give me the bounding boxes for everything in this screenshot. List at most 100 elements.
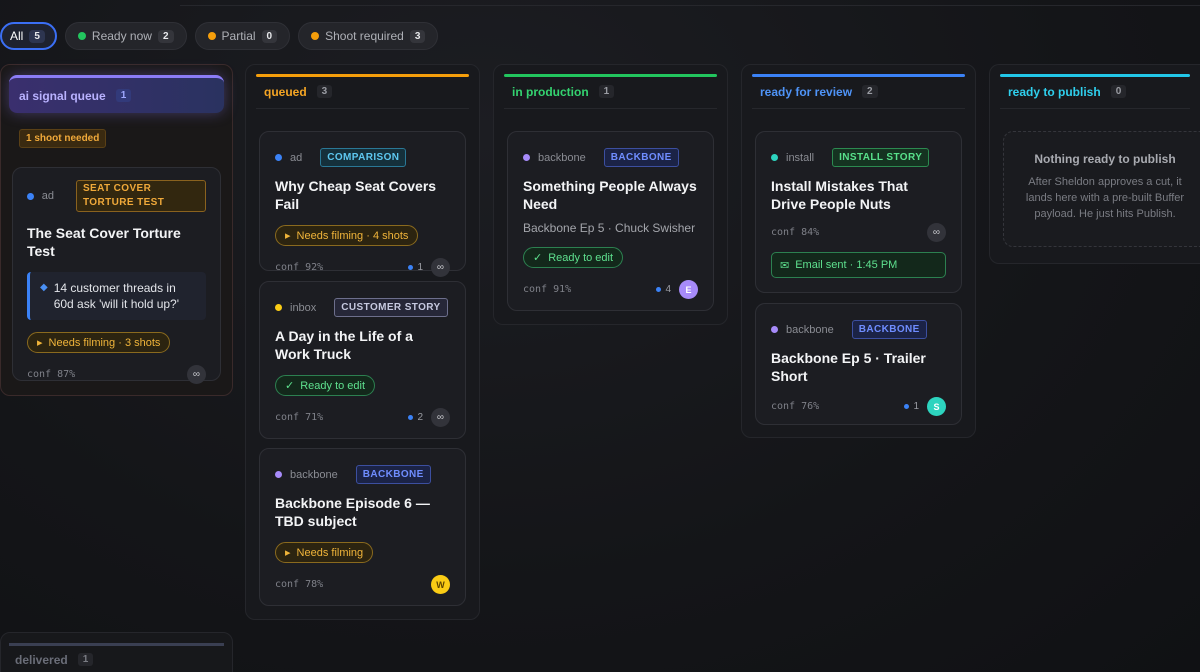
column-count: 2 (862, 85, 878, 98)
signal-card[interactable]: ad SEAT COVER TORTURE TEST The Seat Cove… (12, 167, 221, 384)
filter-shoot-required[interactable]: Shoot required 3 (298, 22, 439, 50)
content-card[interactable]: install INSTALL STORY Install Mistakes T… (755, 131, 962, 293)
card-meta: backbone BACKBONE (275, 465, 450, 484)
filter-count: 3 (409, 29, 426, 43)
filter-label: Partial (221, 29, 256, 43)
content-card[interactable]: ad COMPARISON Why Cheap Seat Covers Fail… (259, 131, 466, 277)
card-footer: conf 76% 1 S (771, 397, 946, 416)
loop-icon[interactable]: ∞ (927, 223, 946, 242)
content-card[interactable]: backbone BACKBONE Something People Alway… (507, 131, 714, 311)
content-card[interactable]: backbone BACKBONE Backbone Ep 5 · Traile… (755, 303, 962, 425)
card-tag: BACKBONE (355, 465, 431, 484)
type-dot-icon (275, 471, 282, 478)
column-title: ai signal queue (19, 88, 106, 103)
column-title: ready for review (760, 84, 853, 99)
filter-label: Ready now (91, 29, 152, 43)
column-count: 3 (316, 85, 333, 98)
empty-state: Nothing ready to publish After Sheldon a… (1003, 131, 1200, 247)
column-count: 1 (115, 89, 132, 102)
confidence: conf 76% (771, 401, 820, 412)
column-header: queued 3 (256, 74, 469, 109)
card-footer: conf 84% ∞ (771, 223, 946, 242)
card-type: ad (290, 151, 303, 164)
card-footer: conf 92% 1 ∞ (275, 258, 450, 277)
card-type: backbone (538, 151, 586, 164)
card-title: Backbone Episode 6 — TBD subject (275, 495, 430, 529)
empty-body: After Sheldon approves a cut, it lands h… (1025, 176, 1185, 220)
card-footer: conf 91% 4 E (523, 280, 698, 299)
card-footer: conf 87% ∞ (27, 365, 206, 384)
status-text: Ready to edit (548, 251, 614, 264)
status-dot-icon (311, 32, 320, 40)
card-footer: conf 78% W (275, 575, 450, 594)
loop-icon[interactable]: ∞ (187, 365, 206, 384)
card-title: Install Mistakes That Drive People Nuts (771, 178, 908, 212)
check-icon: ✓ (285, 380, 295, 392)
filter-count: 5 (29, 29, 45, 43)
column-header: ready to publish 0 (1000, 74, 1190, 109)
comment-count: 2 (408, 412, 423, 423)
card-title: Backbone Ep 5 · Trailer Short (771, 350, 926, 384)
card-type: install (786, 151, 815, 164)
avatar[interactable]: E (679, 280, 698, 299)
confidence: conf 71% (275, 412, 324, 423)
column-title: delivered (15, 652, 68, 667)
filter-label: Shoot required (325, 29, 404, 43)
column-header: in production 1 (504, 74, 717, 109)
shoot-needed-badge: 1 shoot needed (19, 129, 107, 148)
empty-title: Nothing ready to publish (1034, 152, 1176, 166)
email-status: Email sent · 1:45 PM (795, 259, 898, 271)
card-tag: BACKBONE (603, 148, 679, 167)
column-in-production: in production 1 backbone BACKBONE Someth… (493, 64, 728, 325)
filter-partial[interactable]: Partial 0 (194, 22, 291, 50)
column-title: in production (512, 84, 589, 99)
confidence: conf 92% (275, 262, 324, 273)
insight-text: 14 customer threads in 60d ask 'will it … (53, 281, 180, 311)
type-dot-icon (27, 192, 34, 200)
confidence: conf 91% (523, 284, 572, 295)
card-tag: INSTALL STORY (832, 148, 930, 167)
column-title: queued (264, 84, 307, 99)
column-count: 1 (77, 653, 94, 666)
comment-count: 1 (408, 262, 423, 273)
card-tag: BACKBONE (851, 320, 927, 339)
type-dot-icon (275, 154, 282, 161)
content-card[interactable]: inbox CUSTOMER STORY A Day in the Life o… (259, 281, 466, 439)
content-card[interactable]: backbone BACKBONE Backbone Episode 6 — T… (259, 448, 466, 606)
card-type: inbox (290, 301, 317, 314)
card-title: The Seat Cover Torture Test (27, 225, 181, 259)
status-pill: ✓ Ready to edit (523, 247, 624, 268)
filter-count: 0 (261, 29, 278, 43)
loop-icon[interactable]: ∞ (431, 408, 450, 427)
card-meta: backbone BACKBONE (523, 148, 698, 167)
card-meta: ad SEAT COVER TORTURE TEST (27, 180, 206, 212)
status-text: Needs filming (296, 546, 364, 559)
camera-icon: ▸ (285, 230, 291, 242)
card-meta: backbone BACKBONE (771, 320, 946, 339)
filter-ready-now[interactable]: Ready now 2 (64, 22, 187, 50)
card-title: Something People Always Need (523, 178, 697, 212)
filter-all[interactable]: All 5 (0, 22, 57, 50)
filter-count: 2 (157, 29, 174, 43)
type-dot-icon (523, 154, 530, 161)
status-text: Needs filming · 4 shots (296, 229, 409, 242)
type-dot-icon (771, 154, 778, 161)
card-type: ad (41, 190, 54, 202)
column-ready-to-publish: ready to publish 0 Nothing ready to publ… (989, 64, 1200, 264)
type-dot-icon (771, 326, 778, 333)
email-icon: ✉ (780, 259, 790, 272)
status-pill: ✓ Ready to edit (275, 375, 376, 396)
column-header: ready for review 2 (752, 74, 965, 109)
avatar[interactable]: S (927, 397, 946, 416)
column-queued: queued 3 ad COMPARISON Why Cheap Seat Co… (245, 64, 480, 620)
check-icon: ✓ (533, 252, 543, 264)
confidence: conf 84% (771, 227, 820, 238)
column-count: 1 (598, 85, 615, 98)
column-header: ai signal queue 1 (9, 75, 224, 113)
status-text: Ready to edit (300, 379, 366, 392)
loop-icon[interactable]: ∞ (431, 258, 450, 277)
card-meta: inbox CUSTOMER STORY (275, 298, 450, 317)
status-dot-icon (207, 32, 216, 40)
avatar[interactable]: W (431, 575, 450, 594)
column-ready-for-review: ready for review 2 install INSTALL STORY… (741, 64, 976, 438)
